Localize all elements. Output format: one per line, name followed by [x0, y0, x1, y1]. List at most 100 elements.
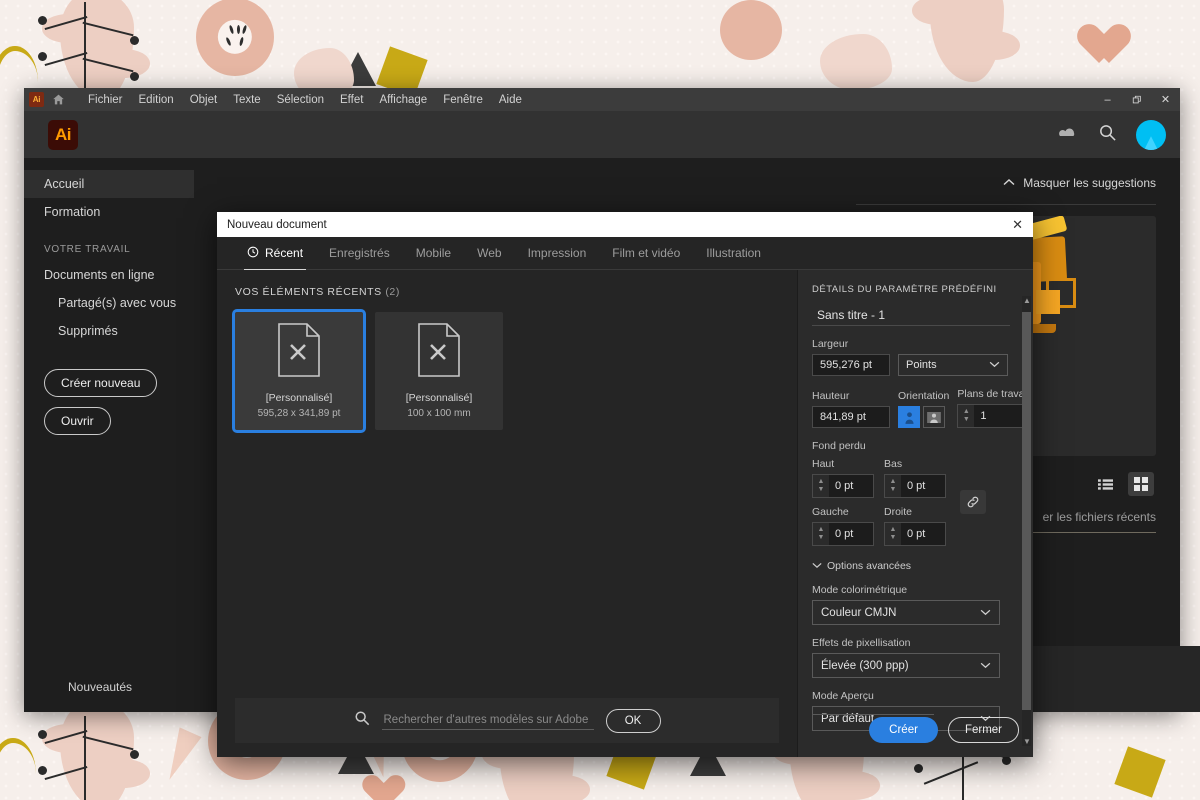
recent-items-heading: VOS ÉLÉMENTS RÉCENTS (2) [217, 270, 797, 298]
menu-fenetre[interactable]: Fenêtre [435, 91, 491, 109]
grid-view-icon[interactable] [1128, 472, 1154, 496]
template-list: [Personnalisé] 595,28 x 341,89 pt [Perso… [217, 298, 797, 433]
recent-items-count: (2) [385, 286, 400, 298]
chevron-down-icon [980, 607, 991, 619]
cloud-icon[interactable] [1055, 124, 1079, 145]
menu-selection[interactable]: Sélection [269, 91, 332, 109]
menu-fichier[interactable]: Fichier [80, 91, 131, 109]
app-badge-icon: Ai [29, 92, 44, 107]
tab-enregistres[interactable]: Enregistrés [316, 237, 403, 270]
create-button[interactable]: Créer [869, 717, 938, 743]
open-button[interactable]: Ouvrir [44, 407, 111, 435]
view-mode-toggles [1092, 472, 1154, 496]
search-icon[interactable] [1098, 123, 1117, 147]
menu-objet[interactable]: Objet [182, 91, 226, 109]
whats-new-link[interactable]: Nouveautés [68, 680, 132, 694]
menu-affichage[interactable]: Affichage [371, 91, 435, 109]
tab-illustration[interactable]: Illustration [693, 237, 774, 270]
tab-label: Récent [265, 246, 304, 260]
menu-edition[interactable]: Edition [131, 91, 182, 109]
tab-recent[interactable]: Récent [234, 237, 316, 271]
bleed-bottom-value: 0 pt [907, 480, 926, 492]
orientation-label: Orientation [898, 390, 950, 402]
stepper-arrows-icon[interactable]: ▲ ▼ [813, 523, 829, 545]
sidebar-item-accueil[interactable]: Accueil [24, 170, 194, 198]
sidebar-item-partages-avec-vous[interactable]: Partagé(s) avec vous [24, 289, 194, 317]
landscape-icon[interactable] [923, 406, 945, 428]
color-mode-select[interactable]: Couleur CMJN [812, 600, 1000, 625]
recent-items-panel: VOS ÉLÉMENTS RÉCENTS (2) [Personnalisé] … [217, 270, 797, 757]
tab-mobile[interactable]: Mobile [403, 237, 464, 270]
units-select[interactable]: Points [898, 354, 1008, 376]
sidebar-item-label: Partagé(s) avec vous [58, 296, 177, 310]
chevron-down-icon [812, 560, 822, 572]
dialog-footer: Créer Fermer [869, 717, 1019, 743]
home-icon[interactable] [44, 93, 72, 106]
menu-aide[interactable]: Aide [491, 91, 530, 109]
bleed-bottom-label: Bas [884, 458, 903, 470]
create-new-button[interactable]: Créer nouveau [44, 369, 158, 397]
home-sidebar: Accueil Formation VOTRE TRAVAIL Document… [24, 158, 194, 712]
advanced-options-toggle[interactable]: Options avancées [812, 560, 1017, 572]
width-label: Largeur [812, 338, 849, 350]
bleed-bottom-stepper[interactable]: ▲ ▼ 0 pt [884, 474, 946, 498]
stepper-arrows-icon[interactable]: ▲ ▼ [885, 523, 901, 545]
sidebar-item-label: Supprimés [58, 324, 118, 338]
tab-web[interactable]: Web [464, 237, 514, 270]
wallpaper-flower [720, 0, 782, 60]
hide-suggestions-toggle[interactable]: Masquer les suggestions [1003, 176, 1156, 190]
dialog-titlebar: Nouveau document ✕ [217, 212, 1033, 237]
height-input[interactable]: 841,89 pt [812, 406, 890, 428]
hide-suggestions-label: Masquer les suggestions [1023, 176, 1156, 190]
menu-effet[interactable]: Effet [332, 91, 371, 109]
sidebar-item-label: Documents en ligne [44, 268, 155, 282]
bleed-right-value: 0 pt [907, 528, 926, 540]
template-card[interactable]: [Personnalisé] 595,28 x 341,89 pt [232, 309, 366, 433]
stepper-arrows-icon[interactable]: ▲ ▼ [885, 475, 901, 497]
artboards-stepper[interactable]: ▲ ▼ 1 [957, 404, 1030, 428]
advanced-options-label: Options avancées [827, 560, 912, 572]
chevron-down-icon [989, 359, 1000, 371]
minimize-button[interactable]: – [1093, 88, 1122, 111]
document-artboard-icon [277, 323, 321, 382]
window-titlebar: Ai Fichier Edition Objet Texte Sélection… [24, 88, 1180, 111]
sidebar-item-supprimes[interactable]: Supprimés [24, 317, 194, 345]
close-button[interactable]: ✕ [1151, 88, 1180, 111]
recent-files-label: er les fichiers récents [1042, 510, 1156, 524]
bleed-top-stepper[interactable]: ▲ ▼ 0 pt [812, 474, 874, 498]
ok-button[interactable]: OK [605, 708, 661, 733]
portrait-icon[interactable] [898, 406, 920, 428]
template-name: [Personnalisé] [405, 392, 473, 404]
tab-impression[interactable]: Impression [515, 237, 600, 270]
link-icon[interactable] [960, 490, 986, 514]
close-icon[interactable]: ✕ [1012, 217, 1023, 233]
avatar[interactable] [1136, 119, 1166, 150]
tab-label: Illustration [706, 246, 761, 260]
sidebar-item-documents-en-ligne[interactable]: Documents en ligne [24, 261, 194, 289]
bleed-left-value: 0 pt [835, 528, 854, 540]
tab-label: Impression [527, 246, 587, 260]
template-card[interactable]: [Personnalisé] 100 x 100 mm [375, 312, 503, 430]
width-input[interactable]: 595,276 pt [812, 354, 890, 376]
height-label: Hauteur [812, 390, 850, 402]
list-view-icon[interactable] [1092, 472, 1118, 496]
close-dialog-button[interactable]: Fermer [947, 717, 1019, 743]
tab-film-et-video[interactable]: Film et vidéo [599, 237, 693, 270]
preset-name-input[interactable]: Sans titre - 1 [812, 305, 1010, 326]
bleed-label: Fond perdu [812, 440, 866, 452]
raster-effects-select[interactable]: Élevée (300 ppp) [812, 653, 1000, 678]
stock-search-input[interactable] [381, 711, 594, 730]
stepper-arrows-icon[interactable]: ▲ ▼ [958, 405, 975, 427]
sidebar-item-formation[interactable]: Formation [24, 198, 194, 226]
clipped-field-edge [812, 714, 934, 715]
wallpaper-blob [820, 34, 892, 90]
preset-panel-scrollbar[interactable]: ▲ ▼ [1022, 296, 1031, 746]
bleed-right-stepper[interactable]: ▲ ▼ 0 pt [884, 522, 946, 546]
color-mode-value: Couleur CMJN [821, 606, 897, 619]
bleed-left-stepper[interactable]: ▲ ▼ 0 pt [812, 522, 874, 546]
restore-button[interactable] [1122, 88, 1151, 111]
scrollbar-thumb[interactable] [1022, 312, 1031, 710]
menu-texte[interactable]: Texte [225, 91, 269, 109]
stepper-arrows-icon[interactable]: ▲ ▼ [813, 475, 829, 497]
dialog-tabs: Récent Enregistrés Mobile Web Impression… [217, 237, 1033, 271]
